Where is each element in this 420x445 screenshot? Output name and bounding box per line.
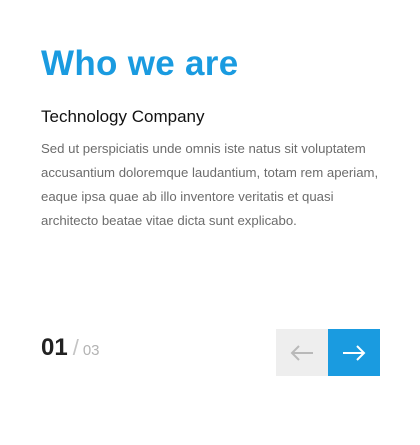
current-slide-number: 01	[41, 334, 68, 361]
section-subtitle: Technology Company	[41, 107, 205, 126]
arrow-left-icon	[290, 344, 314, 361]
total-slide-count: 03	[82, 342, 100, 359]
section-description: Sed ut perspiciatis unde omnis iste natu…	[41, 141, 379, 228]
counter-separator: /	[72, 335, 79, 360]
who-we-are-card: Who we are Technology Company Sed ut per…	[0, 0, 420, 445]
slide-counter: 01 / 03	[41, 334, 100, 370]
arrow-right-icon	[342, 344, 366, 361]
previous-slide-button[interactable]	[276, 329, 328, 376]
section-title: Who we are	[41, 44, 239, 83]
next-slide-button[interactable]	[328, 329, 380, 376]
